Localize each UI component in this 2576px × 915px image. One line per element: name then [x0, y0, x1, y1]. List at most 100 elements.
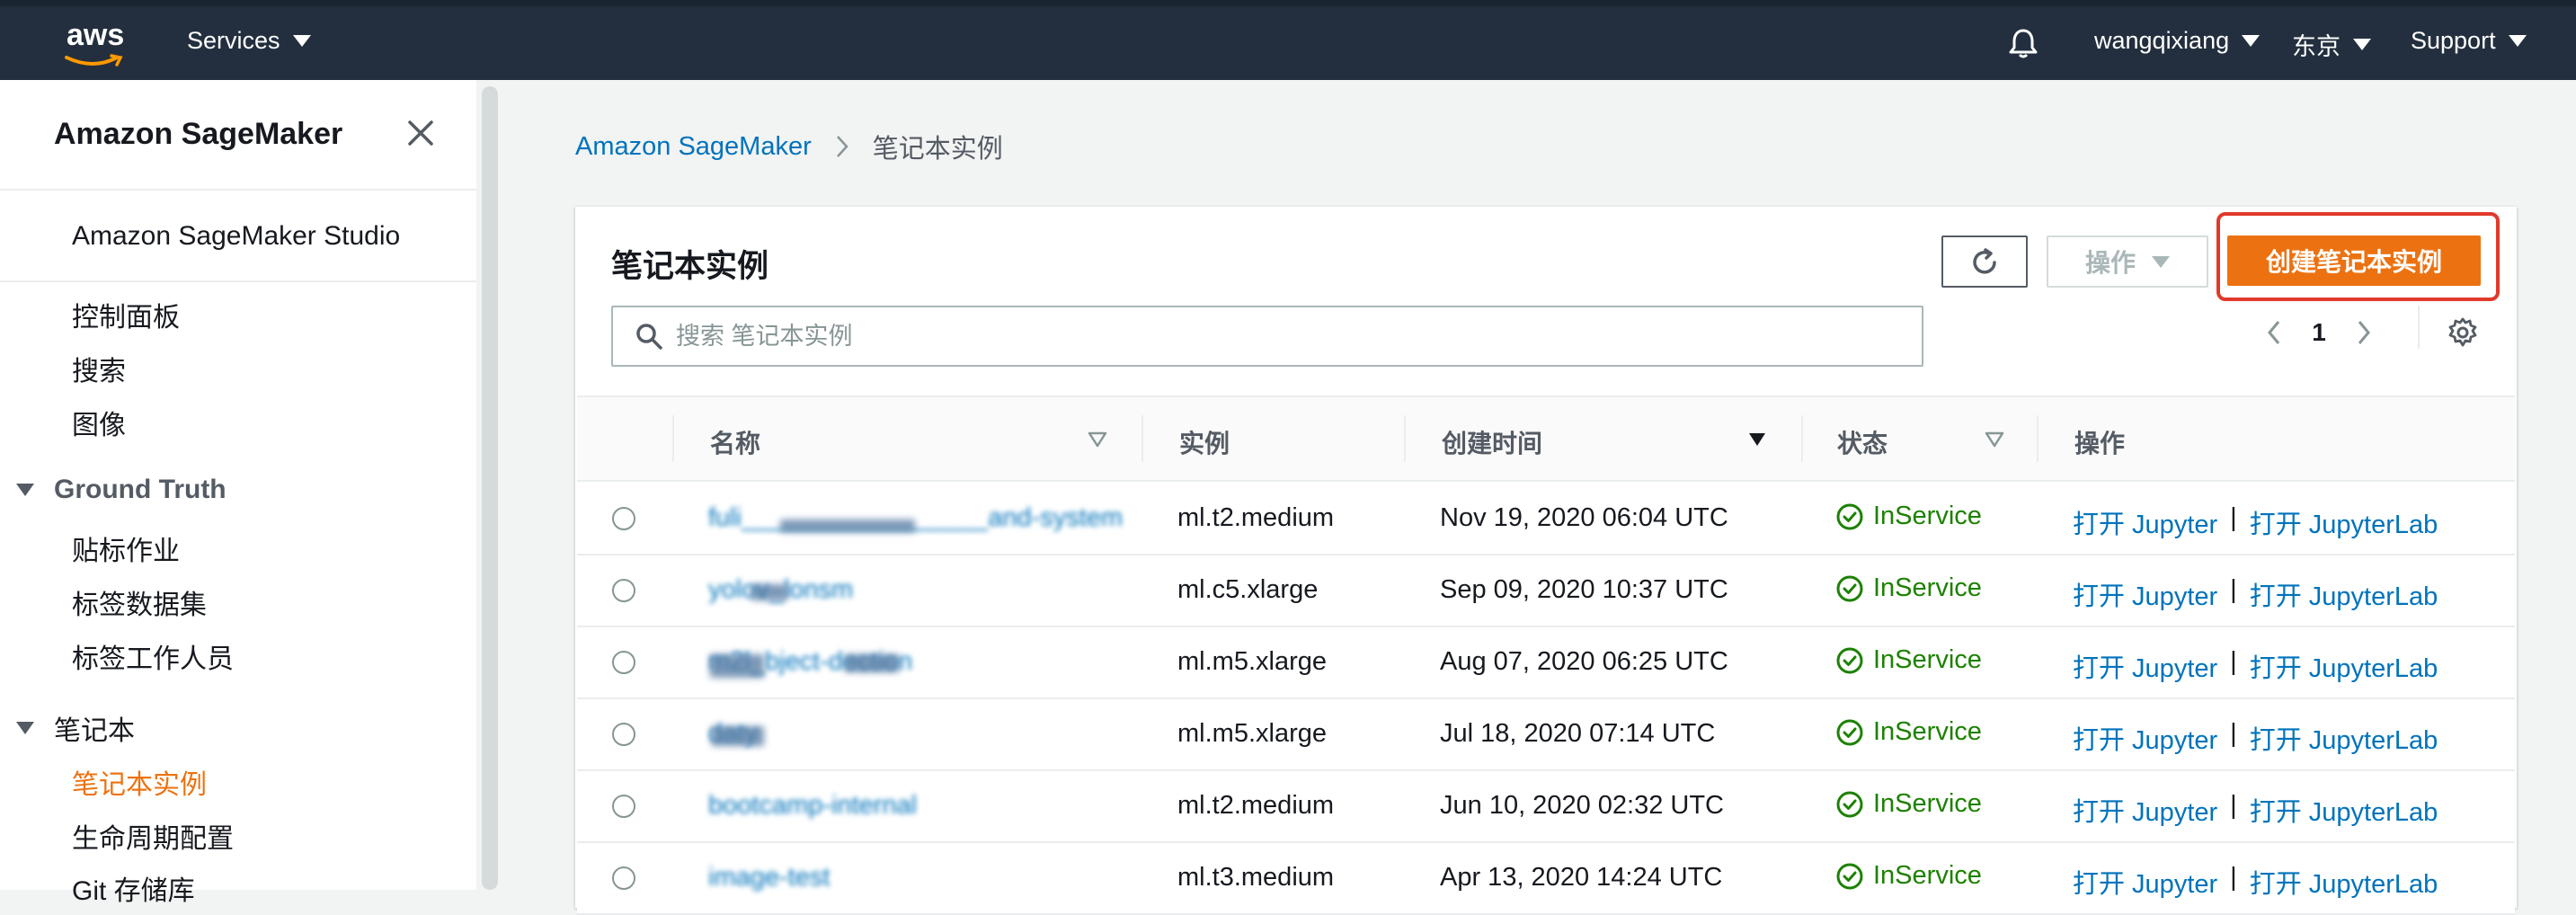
support-menu[interactable]: Support: [2411, 27, 2527, 55]
sidebar-item-dashboard[interactable]: 控制面板: [72, 295, 180, 334]
refresh-icon: [1973, 248, 1996, 274]
check-circle-icon: [1836, 575, 1863, 601]
sidebar-item-notebook-instances[interactable]: 笔记本实例: [72, 762, 207, 802]
open-jupyter-link[interactable]: 打开 Jupyter: [2073, 575, 2217, 613]
open-jupyter-link[interactable]: 打开 Jupyter: [2073, 719, 2217, 757]
sidebar-item-labeled-datasets[interactable]: 标签数据集: [72, 582, 207, 622]
row-actions: 打开 Jupyter | 打开 JupyterLab: [2073, 791, 2438, 829]
actions-separator: |: [2230, 719, 2237, 748]
sidebar-item-studio[interactable]: Amazon SageMaker Studio: [72, 221, 400, 252]
aws-logo[interactable]: aws: [63, 18, 128, 67]
refresh-button[interactable]: [1941, 235, 2028, 288]
sidebar-item-search[interactable]: 搜索: [72, 349, 126, 388]
page-number[interactable]: 1: [2292, 318, 2346, 347]
sidebar-item-lifecycle-configurations[interactable]: 生命周期配置: [72, 816, 234, 856]
sidebar-item-labeling-workforces[interactable]: 标签工作人员: [72, 636, 234, 676]
services-label: Services: [187, 27, 280, 54]
row-select-radio[interactable]: [612, 507, 635, 530]
services-menu[interactable]: Services: [187, 27, 311, 55]
instance-name-link[interactable]: fuli_________________and-system: [708, 503, 1123, 533]
caret-down-icon: [2242, 35, 2261, 47]
actions-separator: |: [2230, 575, 2237, 604]
column-divider: [2037, 415, 2039, 462]
creation-time: Jul 18, 2020 07:14 UTC: [1440, 719, 1716, 748]
sidebar-section-ground-truth[interactable]: Ground Truth: [16, 475, 227, 505]
actions-separator: |: [2230, 791, 2237, 820]
column-divider: [1801, 415, 1803, 462]
table-header: [577, 395, 2515, 482]
actions-dropdown-button[interactable]: 操作: [2047, 235, 2208, 288]
row-select-radio[interactable]: [612, 795, 635, 818]
status-badge: InService: [1835, 573, 1982, 603]
sort-icon[interactable]: [1985, 431, 2004, 448]
caret-down-icon: [2353, 39, 2371, 50]
sidebar-section-notebook[interactable]: 笔记本: [16, 708, 135, 748]
aws-logo-text: aws: [67, 18, 125, 52]
user-menu[interactable]: wangqixiang: [2094, 27, 2261, 55]
column-header-instance[interactable]: 实例: [1179, 424, 1230, 460]
instance-name-link[interactable]: bootcamp-internal: [708, 791, 917, 821]
row-actions: 打开 Jupyter | 打开 JupyterLab: [2073, 647, 2438, 685]
column-header-status[interactable]: 状态: [1837, 424, 1888, 460]
bell-icon[interactable]: [2008, 27, 2039, 59]
row-select-radio[interactable]: [612, 651, 635, 674]
close-icon[interactable]: [404, 117, 437, 149]
redaction-patch: [710, 654, 764, 678]
top-navigation: aws Services wangqixiang 东京 Support: [0, 0, 2576, 80]
breadcrumb-root-link[interactable]: Amazon SageMaker: [575, 132, 812, 162]
sidebar-item-labeling-jobs[interactable]: 贴标作业: [72, 529, 180, 568]
open-jupyter-link[interactable]: 打开 Jupyter: [2073, 863, 2217, 901]
create-notebook-instance-button[interactable]: 创建笔记本实例: [2227, 235, 2481, 286]
column-divider: [672, 415, 674, 462]
sort-icon[interactable]: [1088, 431, 1107, 448]
creation-time: Aug 07, 2020 06:25 UTC: [1440, 647, 1728, 676]
top-strip: [0, 0, 2576, 6]
previous-page-button[interactable]: [2256, 315, 2292, 351]
region-menu[interactable]: 东京: [2292, 27, 2371, 62]
column-header-actions: 操作: [2074, 430, 2126, 458]
instance-name-link[interactable]: image-test: [708, 863, 830, 893]
open-jupyterlab-link[interactable]: 打开 JupyterLab: [2250, 719, 2438, 757]
column-divider: [1404, 415, 1406, 462]
gear-icon[interactable]: [2447, 316, 2479, 349]
creation-time: Sep 09, 2020 10:37 UTC: [1440, 575, 1728, 604]
open-jupyterlab-link[interactable]: 打开 JupyterLab: [2250, 647, 2438, 685]
row-actions: 打开 Jupyter | 打开 JupyterLab: [2073, 575, 2438, 613]
sidebar-item-images[interactable]: 图像: [72, 403, 126, 442]
open-jupyter-link[interactable]: 打开 Jupyter: [2073, 503, 2217, 541]
row-select-radio[interactable]: [612, 579, 635, 602]
sort-descending-icon[interactable]: [1747, 431, 1767, 448]
panel-title: 笔记本实例: [611, 249, 769, 284]
column-header-name[interactable]: 名称: [710, 424, 760, 460]
open-jupyter-link[interactable]: 打开 Jupyter: [2073, 647, 2217, 685]
open-jupyterlab-link[interactable]: 打开 JupyterLab: [2250, 575, 2438, 613]
search-input[interactable]: [676, 309, 1916, 363]
caret-down-icon: [2508, 35, 2527, 47]
column-header-created[interactable]: 创建时间: [1442, 424, 1542, 460]
status-badge: InService: [1835, 789, 1982, 819]
user-label: wangqixiang: [2094, 27, 2230, 54]
sidebar-divider: [0, 189, 476, 191]
open-jupyterlab-link[interactable]: 打开 JupyterLab: [2250, 863, 2438, 901]
sidebar-item-git-repositories[interactable]: Git 存储库: [72, 868, 195, 908]
instance-type: ml.c5.xlarge: [1177, 575, 1319, 604]
creation-time: Jun 10, 2020 02:32 UTC: [1440, 791, 1724, 820]
instance-type: ml.t2.medium: [1177, 503, 1335, 532]
row-select-radio[interactable]: [612, 723, 635, 746]
creation-time: Nov 19, 2020 06:04 UTC: [1440, 503, 1728, 532]
row-actions: 打开 Jupyter | 打开 JupyterLab: [2073, 863, 2438, 901]
open-jupyter-link[interactable]: 打开 Jupyter: [2073, 791, 2217, 829]
row-actions: 打开 Jupyter | 打开 JupyterLab: [2073, 719, 2438, 757]
check-circle-icon: [1836, 503, 1863, 529]
check-circle-icon: [1836, 863, 1863, 889]
instance-type: ml.t3.medium: [1177, 863, 1335, 892]
section-label: Ground Truth: [54, 475, 227, 504]
status-badge: InService: [1835, 502, 1982, 531]
support-label: Support: [2411, 27, 2496, 54]
open-jupyterlab-link[interactable]: 打开 JupyterLab: [2250, 791, 2438, 829]
next-page-button[interactable]: [2346, 315, 2382, 351]
open-jupyterlab-link[interactable]: 打开 JupyterLab: [2250, 503, 2438, 541]
sidebar-scrollbar-thumb[interactable]: [482, 86, 498, 890]
row-select-radio[interactable]: [612, 866, 635, 890]
sidebar-title: Amazon SageMaker: [54, 117, 343, 151]
